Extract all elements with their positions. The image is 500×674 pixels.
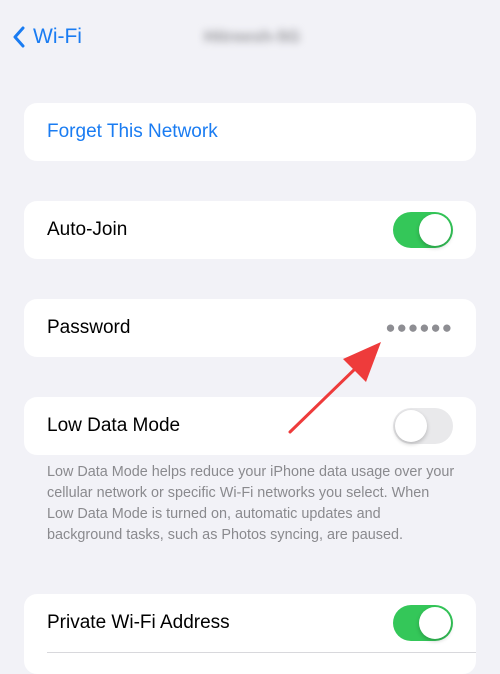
low-data-mode-card: Low Data Mode [24, 397, 476, 455]
page-title: Hitreesh-5G [203, 27, 301, 46]
auto-join-label: Auto-Join [47, 219, 128, 240]
low-data-mode-row: Low Data Mode [24, 397, 476, 455]
row-divider [47, 652, 476, 653]
toggle-knob [419, 607, 451, 639]
private-address-card: Private Wi-Fi Address [24, 594, 476, 674]
private-address-label: Private Wi-Fi Address [47, 612, 230, 633]
private-address-toggle[interactable] [393, 605, 453, 641]
back-label: Wi-Fi [33, 25, 82, 48]
auto-join-row: Auto-Join [24, 201, 476, 259]
forget-network-label: Forget This Network [47, 121, 218, 142]
private-address-row: Private Wi-Fi Address [24, 594, 476, 652]
auto-join-card: Auto-Join [24, 201, 476, 259]
toggle-knob [419, 214, 451, 246]
navigation-bar: Wi-Fi Hitreesh-5G [0, 0, 500, 72]
back-button[interactable]: Wi-Fi [12, 24, 82, 50]
password-label: Password [47, 317, 131, 338]
forget-network-card: Forget This Network [24, 103, 476, 161]
low-data-mode-footnote: Low Data Mode helps reduce your iPhone d… [47, 464, 455, 543]
password-value[interactable]: ●●●●●● [385, 318, 453, 338]
auto-join-toggle[interactable] [393, 212, 453, 248]
low-data-mode-label: Low Data Mode [47, 415, 181, 436]
toggle-knob [395, 410, 427, 442]
password-card: Password ●●●●●● [24, 299, 476, 357]
chevron-left-icon [13, 26, 25, 48]
low-data-mode-toggle[interactable] [393, 408, 453, 444]
forget-network-button[interactable]: Forget This Network [24, 103, 476, 161]
password-row[interactable]: Password ●●●●●● [24, 299, 476, 357]
